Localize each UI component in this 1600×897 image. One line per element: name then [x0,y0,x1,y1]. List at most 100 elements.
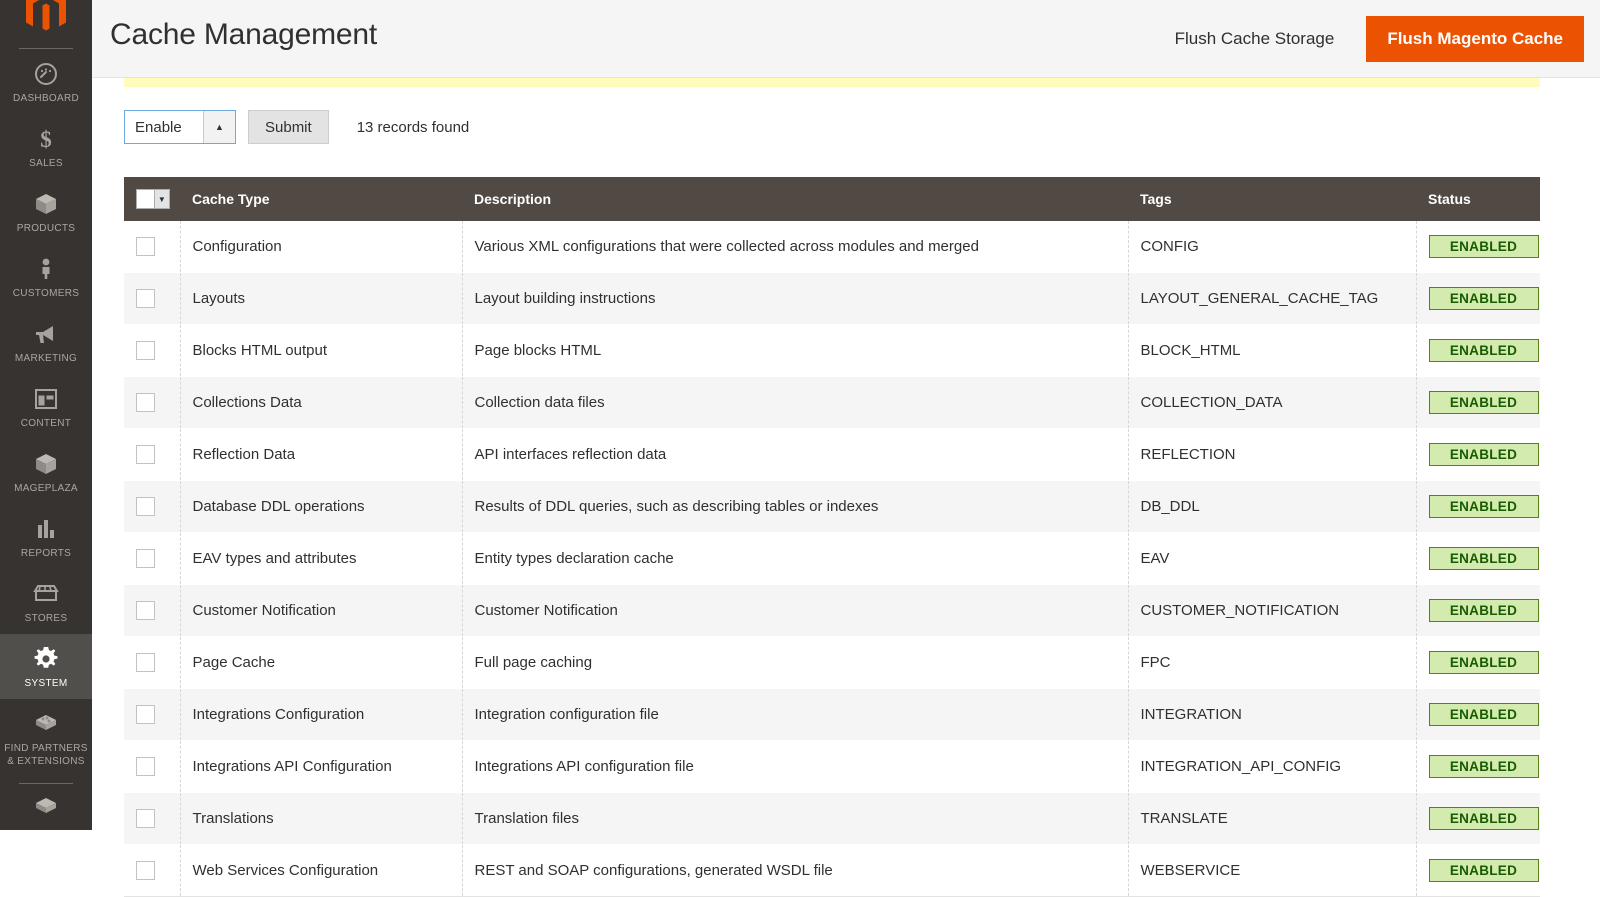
table-row[interactable]: EAV types and attributes Entity types dec… [124,532,1540,585]
grid-massaction-toolbar: EnableDisableRefresh ▲ Submit 13 records… [124,110,469,144]
cell-cache-type: Integrations Configuration [180,688,463,741]
cell-description: Integrations API configuration file [462,740,1129,793]
cache-grid-wrapper: ▼ Cache Type Description Tags Status Con… [124,177,1540,897]
row-checkbox[interactable] [136,289,155,308]
cell-cache-type: Integrations API Configuration [180,740,463,793]
row-select-cell [124,428,181,481]
flush-magento-cache-button[interactable]: Flush Magento Cache [1366,16,1584,62]
column-header-status[interactable]: Status [1416,177,1540,221]
sidebar-item-sales[interactable]: $ SALES [0,114,92,179]
row-select-cell [124,324,181,377]
row-checkbox[interactable] [136,341,155,360]
cell-description: Layout building instructions [462,272,1129,325]
cell-tags: BLOCK_HTML [1128,324,1417,377]
cell-cache-type: EAV types and attributes [180,532,463,585]
cell-description: REST and SOAP configurations, generated … [462,844,1129,897]
cell-tags: TRANSLATE [1128,792,1417,845]
row-checkbox[interactable] [136,705,155,724]
status-badge: ENABLED [1428,391,1539,414]
cell-status: ENABLED [1416,324,1540,377]
cell-cache-type: Database DDL operations [180,480,463,533]
table-row[interactable]: Integrations API Configuration Integratio… [124,740,1540,793]
records-found-label: 13 records found [356,118,470,136]
table-row[interactable]: Collections Data Collection data files COL… [124,376,1540,429]
row-select-cell [124,272,181,325]
grid-body: Configuration Various XML configurations … [124,221,1540,897]
cell-cache-type: Customer Notification [180,584,463,637]
cell-cache-type: Page Cache [180,636,463,689]
row-checkbox[interactable] [136,549,155,568]
sidebar-item-stores[interactable]: STORES [0,569,92,634]
row-checkbox[interactable] [136,497,155,516]
box-icon [2,189,90,219]
row-checkbox[interactable] [136,237,155,256]
sidebar-item-system[interactable]: SYSTEM [0,634,92,699]
sidebar-item-label: STORES [24,613,68,624]
admin-sidebar: DASHBOARD $ SALES PRODUCTS CUSTOMERS MARKETIN… [0,0,92,830]
select-all-control[interactable]: ▼ [136,189,170,209]
table-row[interactable]: Page Cache Full page caching FPC ENABLED [124,636,1540,689]
submit-button[interactable]: Submit [248,110,329,144]
column-header-description[interactable]: Description [462,177,1128,221]
row-checkbox[interactable] [136,757,155,776]
table-row[interactable]: Integrations Configuration Integration co… [124,688,1540,741]
row-select-cell [124,584,181,637]
chevron-down-icon[interactable]: ▼ [153,189,170,209]
table-row[interactable]: Database DDL operations Results of DDL qu… [124,480,1540,533]
row-checkbox[interactable] [136,445,155,464]
row-select-cell [124,844,181,897]
puzzle-blocks-icon [2,794,90,824]
sidebar-item-reports[interactable]: REPORTS [0,504,92,569]
sidebar-item-find-partners[interactable]: FIND PARTNERS & EXTENSIONS [0,699,92,777]
magento-logo-icon[interactable] [0,0,92,42]
sidebar-item-label: FIND PARTNERS & EXTENSIONS [4,743,88,767]
cache-management-grid: ▼ Cache Type Description Tags Status Con… [124,177,1540,897]
row-checkbox[interactable] [136,861,155,880]
cell-tags: EAV [1128,532,1417,585]
sidebar-item-products[interactable]: PRODUCTS [0,179,92,244]
sidebar-item-mageplaza[interactable]: MAGEPLAZA [0,439,92,504]
cell-description: Integration configuration file [462,688,1129,741]
sidebar-item-customers[interactable]: CUSTOMERS [0,244,92,309]
table-row[interactable]: Layouts Layout building instructions LAYOU… [124,272,1540,325]
table-row[interactable]: Configuration Various XML configurations … [124,221,1540,273]
massaction-select[interactable]: EnableDisableRefresh [125,111,203,143]
row-checkbox[interactable] [136,653,155,672]
status-badge: ENABLED [1428,547,1539,570]
sidebar-item-label: DASHBOARD [12,93,80,104]
sidebar-item-extensions-partial[interactable] [0,784,92,830]
cell-status: ENABLED [1416,792,1540,845]
column-header-tags[interactable]: Tags [1128,177,1416,221]
sidebar-item-label: PRODUCTS [16,223,76,234]
chevron-up-icon[interactable]: ▲ [203,111,235,143]
cell-description: Results of DDL queries, such as describi… [462,480,1129,533]
row-checkbox[interactable] [136,393,155,412]
flush-cache-storage-button[interactable]: Flush Cache Storage [1165,19,1367,59]
cell-status: ENABLED [1416,688,1540,741]
table-row[interactable]: Web Services Configuration REST and SOAP … [124,844,1540,897]
cell-description: Various XML configurations that were col… [462,221,1129,273]
massaction-select-wrapper[interactable]: EnableDisableRefresh ▲ [124,110,236,144]
table-row[interactable]: Customer Notification Customer Notificati… [124,584,1540,637]
sidebar-item-label: CONTENT [20,418,72,429]
select-all-checkbox[interactable] [136,189,154,209]
sidebar-item-content[interactable]: CONTENT [0,374,92,439]
sidebar-item-label: SALES [29,158,63,169]
sidebar-item-dashboard[interactable]: DASHBOARD [0,49,92,114]
cell-tags: LAYOUT_GENERAL_CACHE_TAG [1128,272,1417,325]
cell-status: ENABLED [1416,636,1540,689]
main-content-area: Cache Management Flush Cache Storage Flu… [92,0,1600,897]
row-checkbox[interactable] [136,601,155,620]
cell-tags: DB_DDL [1128,480,1417,533]
table-row[interactable]: Blocks HTML output Page blocks HTML BLOCK_… [124,324,1540,377]
column-header-cache-type[interactable]: Cache Type [180,177,462,221]
row-checkbox[interactable] [136,809,155,828]
sidebar-item-marketing[interactable]: MARKETING [0,309,92,374]
cell-status: ENABLED [1416,376,1540,429]
grid-header: ▼ Cache Type Description Tags Status [124,177,1540,221]
table-row[interactable]: Reflection Data API interfaces reflection… [124,428,1540,481]
row-select-cell [124,221,181,273]
table-row[interactable]: Translations Translation files TRANSLATE EN… [124,792,1540,845]
person-icon [2,254,90,284]
sidebar-item-label: MAGEPLAZA [14,483,78,494]
